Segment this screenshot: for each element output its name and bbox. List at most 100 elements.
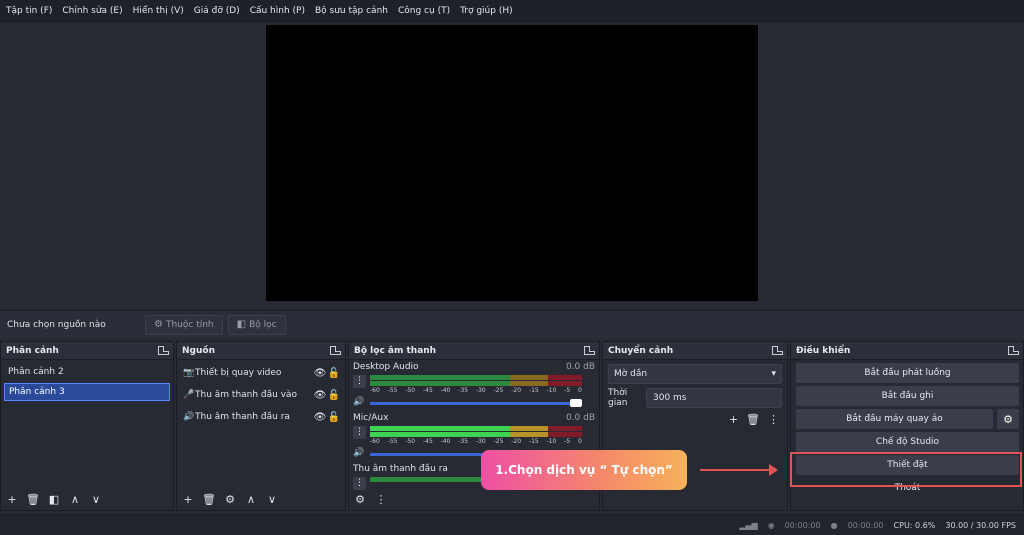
lock-icon[interactable]: 🔓 xyxy=(327,412,341,423)
speaker-icon[interactable]: 🔊 xyxy=(353,448,366,458)
menu-file[interactable]: Tập tin (F) xyxy=(6,6,52,16)
move-down-icon[interactable]: ∨ xyxy=(89,493,103,506)
advanced-audio-icon[interactable]: ⚙ xyxy=(353,493,367,506)
source-toolbar: Chưa chọn nguồn nào ⚙ Thuộc tính ◧ Bộ lọ… xyxy=(0,310,1024,338)
menu-scene-collection[interactable]: Bộ sưu tập cảnh xyxy=(315,6,388,16)
add-icon[interactable]: + xyxy=(5,493,19,506)
more-options-icon[interactable]: ⋮ xyxy=(768,413,779,426)
scene-item-selected[interactable]: Phân cảnh 3 xyxy=(4,383,170,401)
move-down-icon[interactable]: ∨ xyxy=(265,493,279,506)
studio-mode-button[interactable]: Chế độ Studio xyxy=(796,432,1019,452)
stream-icon: ◉ xyxy=(767,520,775,530)
mixer-dock-title: Bộ lọc âm thanh xyxy=(349,342,599,360)
start-stream-button[interactable]: Bắt đầu phát luồng xyxy=(796,363,1019,383)
stream-time: 00:00:00 xyxy=(784,520,821,530)
channel-name: Mic/Aux xyxy=(353,413,389,423)
gear-icon: ⚙ xyxy=(154,319,163,330)
sources-dock-title: Nguồn xyxy=(177,342,345,360)
source-list: 📷 Thiết bị quay video 👁 🔓 🎤 Thu âm thanh… xyxy=(177,360,345,428)
scenes-dock: Phân cảnh Phân cảnh 2 Phân cảnh 3 + 🗑 ◧ … xyxy=(0,341,174,511)
source-name: Thu âm thanh đầu vào xyxy=(195,390,298,400)
duration-field[interactable]: 300 ms xyxy=(646,388,782,408)
add-icon[interactable]: + xyxy=(181,493,195,506)
mixer-channel: Desktop Audio 0.0 dB ⋮ -60 -55 -50 -45 -40 -3… xyxy=(349,360,599,407)
fps-readout: 30.00 / 30.00 FPS xyxy=(945,520,1016,530)
more-options-icon[interactable]: ⋮ xyxy=(374,493,388,506)
speaker-icon[interactable]: 🔊 xyxy=(353,397,366,407)
menu-docks[interactable]: Giá đỡ (D) xyxy=(194,6,240,16)
undock-icon[interactable] xyxy=(584,346,595,355)
source-item[interactable]: 🔊 Thu âm thanh đầu ra 👁 🔓 xyxy=(177,406,345,428)
meter-ticks: -60 -55 -50 -45 -40 -35 -30 -25 -20 -15 -10 -5 0 xyxy=(370,438,582,445)
controls-title: Điều khiển xyxy=(796,345,851,356)
sources-footer: + 🗑 ⚙ ∧ ∨ xyxy=(177,488,345,510)
menu-profile[interactable]: Cấu hình (P) xyxy=(250,6,305,16)
gear-icon[interactable]: ⚙ xyxy=(223,493,237,506)
undock-icon[interactable] xyxy=(1008,346,1019,355)
lock-icon[interactable]: 🔓 xyxy=(327,368,341,379)
trash-icon[interactable]: 🗑 xyxy=(746,413,760,426)
menu-bar: Tập tin (F) Chỉnh sửa (E) Hiển thị (V) G… xyxy=(0,0,1024,22)
scenes-dock-title: Phân cảnh xyxy=(1,342,173,360)
properties-button[interactable]: ⚙ Thuộc tính xyxy=(145,314,223,335)
transitions-title: Chuyển cảnh xyxy=(608,345,674,356)
transition-select[interactable]: Mờ dần ▾ xyxy=(608,364,782,384)
scene-item[interactable]: Phân cảnh 2 xyxy=(4,363,170,381)
filters-button[interactable]: ◧ Bộ lọc xyxy=(227,314,286,335)
transition-value: Mờ dần xyxy=(614,369,648,379)
eye-icon[interactable]: 👁 xyxy=(313,390,327,401)
filter-icon[interactable]: ◧ xyxy=(47,493,61,506)
properties-label: Thuộc tính xyxy=(165,319,214,330)
preview-canvas[interactable] xyxy=(266,25,758,301)
undock-icon[interactable] xyxy=(772,346,783,355)
eye-icon[interactable]: 👁 xyxy=(313,368,327,379)
gear-icon[interactable]: ⚙ xyxy=(997,409,1019,429)
transitions-dock-title: Chuyển cảnh xyxy=(603,342,787,360)
more-options-icon[interactable]: ⋮ xyxy=(353,375,366,388)
menu-edit[interactable]: Chỉnh sửa (E) xyxy=(62,6,122,16)
controls-dock-title: Điều khiển xyxy=(791,342,1023,360)
filter-icon: ◧ xyxy=(236,319,247,330)
preview-area xyxy=(0,22,1024,308)
scene-list: Phân cảnh 2 Phân cảnh 3 xyxy=(1,360,173,406)
status-bar: ▂▄▆ ◉ 00:00:00 ● 00:00:00 CPU: 0.6% 30.0… xyxy=(0,514,1024,535)
scenes-footer: + 🗑 ◧ ∧ ∨ xyxy=(1,488,173,510)
channel-db: 0.0 dB xyxy=(565,362,595,372)
menu-view[interactable]: Hiển thị (V) xyxy=(133,6,184,16)
signal-icon: ▂▄▆ xyxy=(739,520,758,530)
source-name: Thu âm thanh đầu ra xyxy=(195,412,290,422)
record-icon: ● xyxy=(830,520,838,530)
no-source-label: Chưa chọn nguồn nào xyxy=(7,319,106,330)
undock-icon[interactable] xyxy=(158,346,169,355)
move-up-icon[interactable]: ∧ xyxy=(244,493,258,506)
mixer-footer: ⚙ ⋮ xyxy=(349,488,599,510)
sources-title: Nguồn xyxy=(182,345,215,356)
scenes-title: Phân cảnh xyxy=(6,345,59,356)
record-time: 00:00:00 xyxy=(847,520,884,530)
start-virtual-cam-button[interactable]: Bắt đầu máy quay ảo xyxy=(796,409,993,429)
slider-knob[interactable] xyxy=(570,399,582,407)
filters-label: Bộ lọc xyxy=(249,319,277,330)
menu-help[interactable]: Trợ giúp (H) xyxy=(460,6,513,16)
speaker-icon: 🔊 xyxy=(183,412,195,422)
volume-meter: -60 -55 -50 -45 -40 -35 -30 -25 -20 -15 -10 -5 0 xyxy=(370,375,582,395)
add-icon[interactable]: + xyxy=(729,413,738,426)
volume-slider[interactable] xyxy=(370,399,582,407)
trash-icon[interactable]: 🗑 xyxy=(26,493,40,506)
source-name: Thiết bị quay video xyxy=(195,368,282,378)
start-record-button[interactable]: Bắt đầu ghi xyxy=(796,386,1019,406)
channel-name: Thu âm thanh đầu ra xyxy=(353,464,448,474)
trash-icon[interactable]: 🗑 xyxy=(202,493,216,506)
channel-db: 0.0 dB xyxy=(565,413,595,423)
chevron-down-icon: ▾ xyxy=(771,369,776,379)
move-up-icon[interactable]: ∧ xyxy=(68,493,82,506)
camera-icon: 📷 xyxy=(183,368,195,378)
arrow-icon xyxy=(700,464,778,476)
lock-icon[interactable]: 🔓 xyxy=(327,390,341,401)
source-item[interactable]: 📷 Thiết bị quay video 👁 🔓 xyxy=(177,362,345,384)
source-item[interactable]: 🎤 Thu âm thanh đầu vào 👁 🔓 xyxy=(177,384,345,406)
more-options-icon[interactable]: ⋮ xyxy=(353,426,366,439)
menu-tools[interactable]: Công cụ (T) xyxy=(398,6,450,16)
eye-icon[interactable]: 👁 xyxy=(313,412,327,423)
undock-icon[interactable] xyxy=(330,346,341,355)
